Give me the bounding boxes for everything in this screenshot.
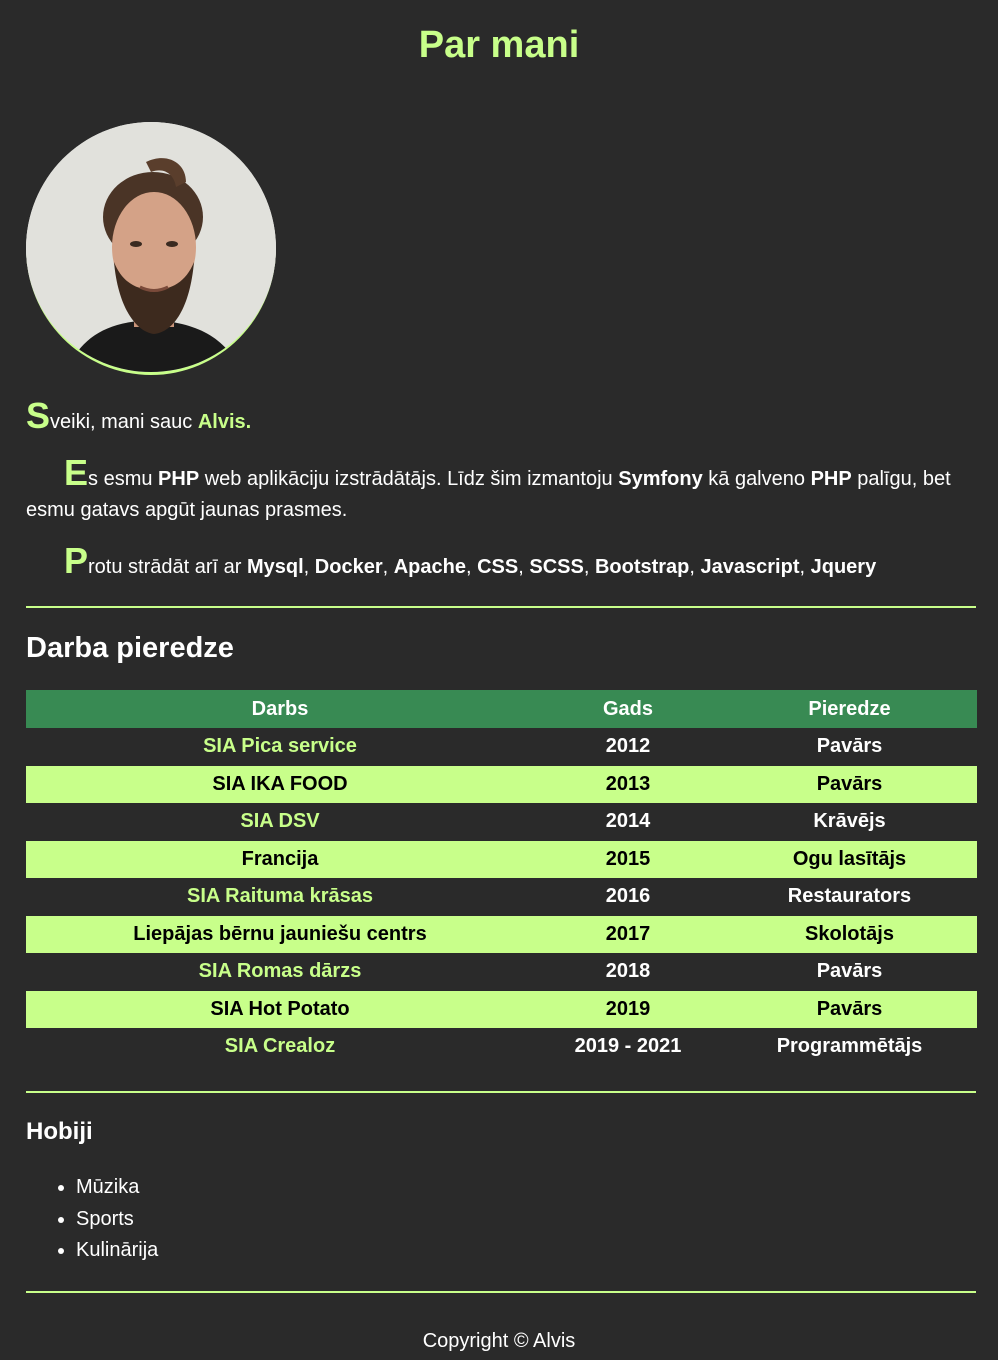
column-header-pieredze: Pieredze <box>722 690 977 728</box>
hobbies-list: MūzikaSportsKulinārija <box>26 1172 158 1267</box>
skill-item: Mysql <box>246 556 304 578</box>
skill-item: Docker <box>314 556 383 578</box>
skill-item: Javascript <box>700 556 800 578</box>
table-row: SIA DSV 2014 Krāvējs <box>26 803 977 841</box>
skill-separator: , <box>382 556 394 578</box>
table-row: Liepājas bērnu jauniešu centrs 2017 Skolot… <box>26 915 977 953</box>
skill-separator: , <box>799 556 811 578</box>
table-cell-role: Krāvējs <box>813 810 886 833</box>
keyword-php: PHP <box>158 468 200 490</box>
text-fragment: kā galveno <box>702 468 811 490</box>
table-cell-role: Ogu lasītājs <box>722 840 977 878</box>
table-cell-year: 2017 <box>534 915 722 953</box>
skill-separator: , <box>689 556 701 578</box>
table-row: SIA Crealoz 2019 - 2021 Programmētājs <box>26 1028 977 1066</box>
profile-photo <box>26 122 276 375</box>
list-item: Kulinārija <box>76 1235 158 1267</box>
table-row: SIA Pica service 2012 Pavārs <box>26 728 977 766</box>
intro-paragraph-skills: Protu strādāt arī ar Mysql, Docker, Apac… <box>26 543 976 583</box>
table-cell-company: Francija <box>26 840 534 878</box>
table-cell-company: SIA Raituma krāsas <box>186 885 373 908</box>
table-row: SIA Romas dārzs 2018 Pavārs <box>26 953 977 991</box>
table-row: SIA Raituma krāsas 2016 Restaurators <box>26 878 977 916</box>
page-title: Par mani <box>418 24 580 66</box>
intro-greeting: Sveiki, mani sauc Alvis. <box>26 398 976 438</box>
table-cell-year: 2012 <box>605 735 651 758</box>
table-cell-company: SIA Crealoz <box>224 1035 336 1058</box>
skill-item: CSS <box>477 556 519 578</box>
table-cell-year: 2019 - 2021 <box>574 1035 682 1058</box>
section-divider <box>26 606 976 608</box>
keyword-symfony: Symfony <box>618 468 703 490</box>
hobbies-heading: Hobiji <box>26 1118 93 1145</box>
table-cell-year: 2014 <box>605 810 651 833</box>
table-cell-company: Liepājas bērnu jauniešu centrs <box>26 915 534 953</box>
table-cell-role: Pavārs <box>816 735 883 758</box>
table-row: Francija 2015 Ogu lasītājs <box>26 840 977 878</box>
skill-separator: , <box>583 556 595 578</box>
skill-separator: , <box>465 556 478 578</box>
intro-paragraph-role: Es esmu PHP web aplikāciju izstrādātājs.… <box>26 455 976 526</box>
skill-separator: , <box>518 556 530 578</box>
table-row: SIA IKA FOOD 2013 Pavārs <box>26 765 977 803</box>
skill-separator: , <box>303 556 315 578</box>
section-divider <box>26 1091 976 1093</box>
table-cell-company: SIA DSV <box>240 810 320 833</box>
table-cell-year: 2019 <box>534 990 722 1028</box>
table-cell-role: Skolotājs <box>722 915 977 953</box>
skill-item: SCSS <box>529 556 584 578</box>
profile-photo-image <box>26 122 276 372</box>
table-cell-role: Pavārs <box>722 990 977 1028</box>
work-table: Darbs Gads Pieredze SIA Pica service 2012… <box>26 690 977 1066</box>
skill-item: Bootstrap <box>594 556 690 578</box>
dropcap: P <box>64 540 89 581</box>
list-item: Sports <box>76 1204 158 1236</box>
text-fragment: rotu strādāt arī ar <box>88 556 247 578</box>
table-header-row: Darbs Gads Pieredze <box>26 690 977 728</box>
table-cell-year: 2013 <box>534 765 722 803</box>
greeting-text: veiki, mani sauc <box>50 411 198 433</box>
work-heading: Darba pieredze <box>26 632 234 664</box>
table-cell-company: SIA Romas dārzs <box>198 960 362 983</box>
skills-list: Mysql, Docker, Apache, CSS, SCSS, Bootst… <box>247 556 876 578</box>
table-cell-company: SIA Hot Potato <box>26 990 534 1028</box>
table-cell-year: 2018 <box>605 960 651 983</box>
skill-item: Apache <box>393 556 466 578</box>
table-cell-company: SIA IKA FOOD <box>26 765 534 803</box>
table-row: SIA Hot Potato 2019 Pavārs <box>26 990 977 1028</box>
table-cell-year: 2015 <box>534 840 722 878</box>
table-cell-company: SIA Pica service <box>203 735 357 758</box>
section-divider <box>26 1291 976 1293</box>
dropcap: S <box>26 395 51 436</box>
column-header-darbs: Darbs <box>26 690 534 728</box>
keyword-php: PHP <box>810 468 852 490</box>
text-fragment: s esmu <box>88 468 159 490</box>
skill-item: Jquery <box>810 556 877 578</box>
author-name: Alvis. <box>197 411 252 433</box>
table-cell-role: Restaurators <box>787 885 912 908</box>
text-fragment: web aplikāciju izstrādātājs. Līdz šim iz… <box>199 468 619 490</box>
footer-copyright: Copyright © Alvis <box>422 1330 576 1352</box>
table-cell-year: 2016 <box>605 885 651 908</box>
dropcap: E <box>64 452 89 493</box>
list-item: Mūzika <box>76 1172 158 1204</box>
table-cell-role: Pavārs <box>722 765 977 803</box>
table-cell-role: Programmētājs <box>776 1035 923 1058</box>
table-cell-role: Pavārs <box>816 960 883 983</box>
column-header-gads: Gads <box>534 690 722 728</box>
